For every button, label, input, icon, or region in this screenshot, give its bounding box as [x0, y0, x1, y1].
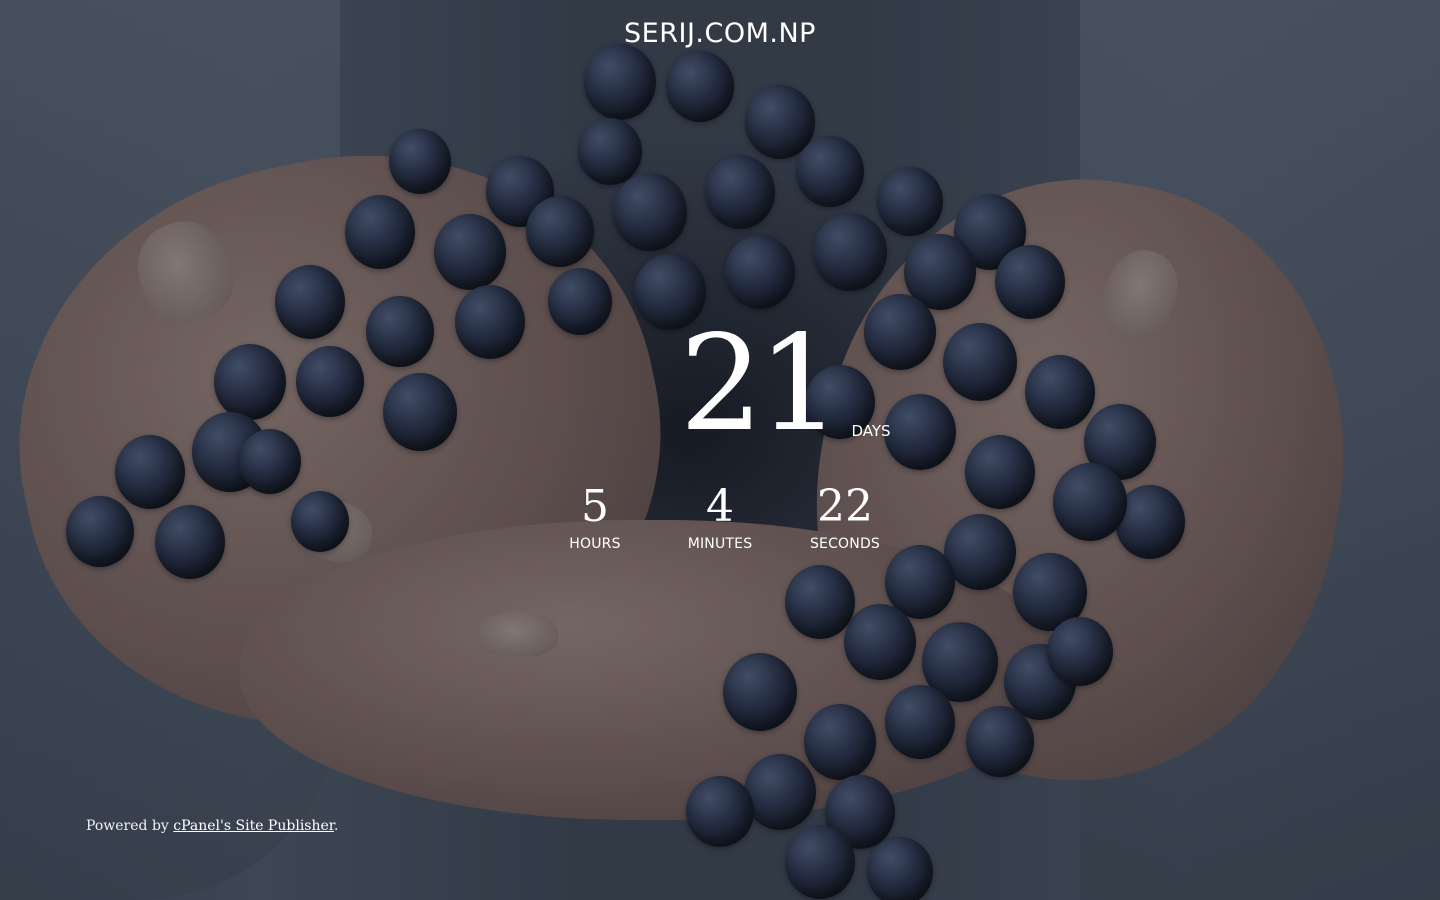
days-label: DAYS [851, 422, 891, 440]
hours-label: HOURS [569, 536, 621, 552]
footer-suffix: . [333, 818, 339, 834]
countdown-hours: 5 HOURS [533, 481, 658, 553]
countdown-days: 21 DAYS [0, 318, 1440, 450]
site-title: SERIJ.COM.NP [624, 18, 816, 49]
site-publisher-link[interactable]: cPanel's Site Publisher [173, 818, 334, 834]
days-value: 21 [679, 307, 841, 461]
footer-prefix: Powered by [86, 818, 174, 834]
hours-value: 5 [581, 481, 609, 532]
minutes-label: MINUTES [687, 536, 753, 552]
minutes-value: 4 [706, 481, 734, 532]
countdown-seconds: 22 SECONDS [783, 481, 908, 553]
countdown-minutes: 4 MINUTES [658, 481, 783, 553]
footer: Powered by cPanel's Site Publisher. [86, 818, 338, 834]
seconds-label: SECONDS [809, 536, 881, 552]
seconds-value: 22 [817, 481, 873, 532]
countdown-units: 5 HOURS 4 MINUTES 22 SECONDS [0, 481, 1440, 553]
